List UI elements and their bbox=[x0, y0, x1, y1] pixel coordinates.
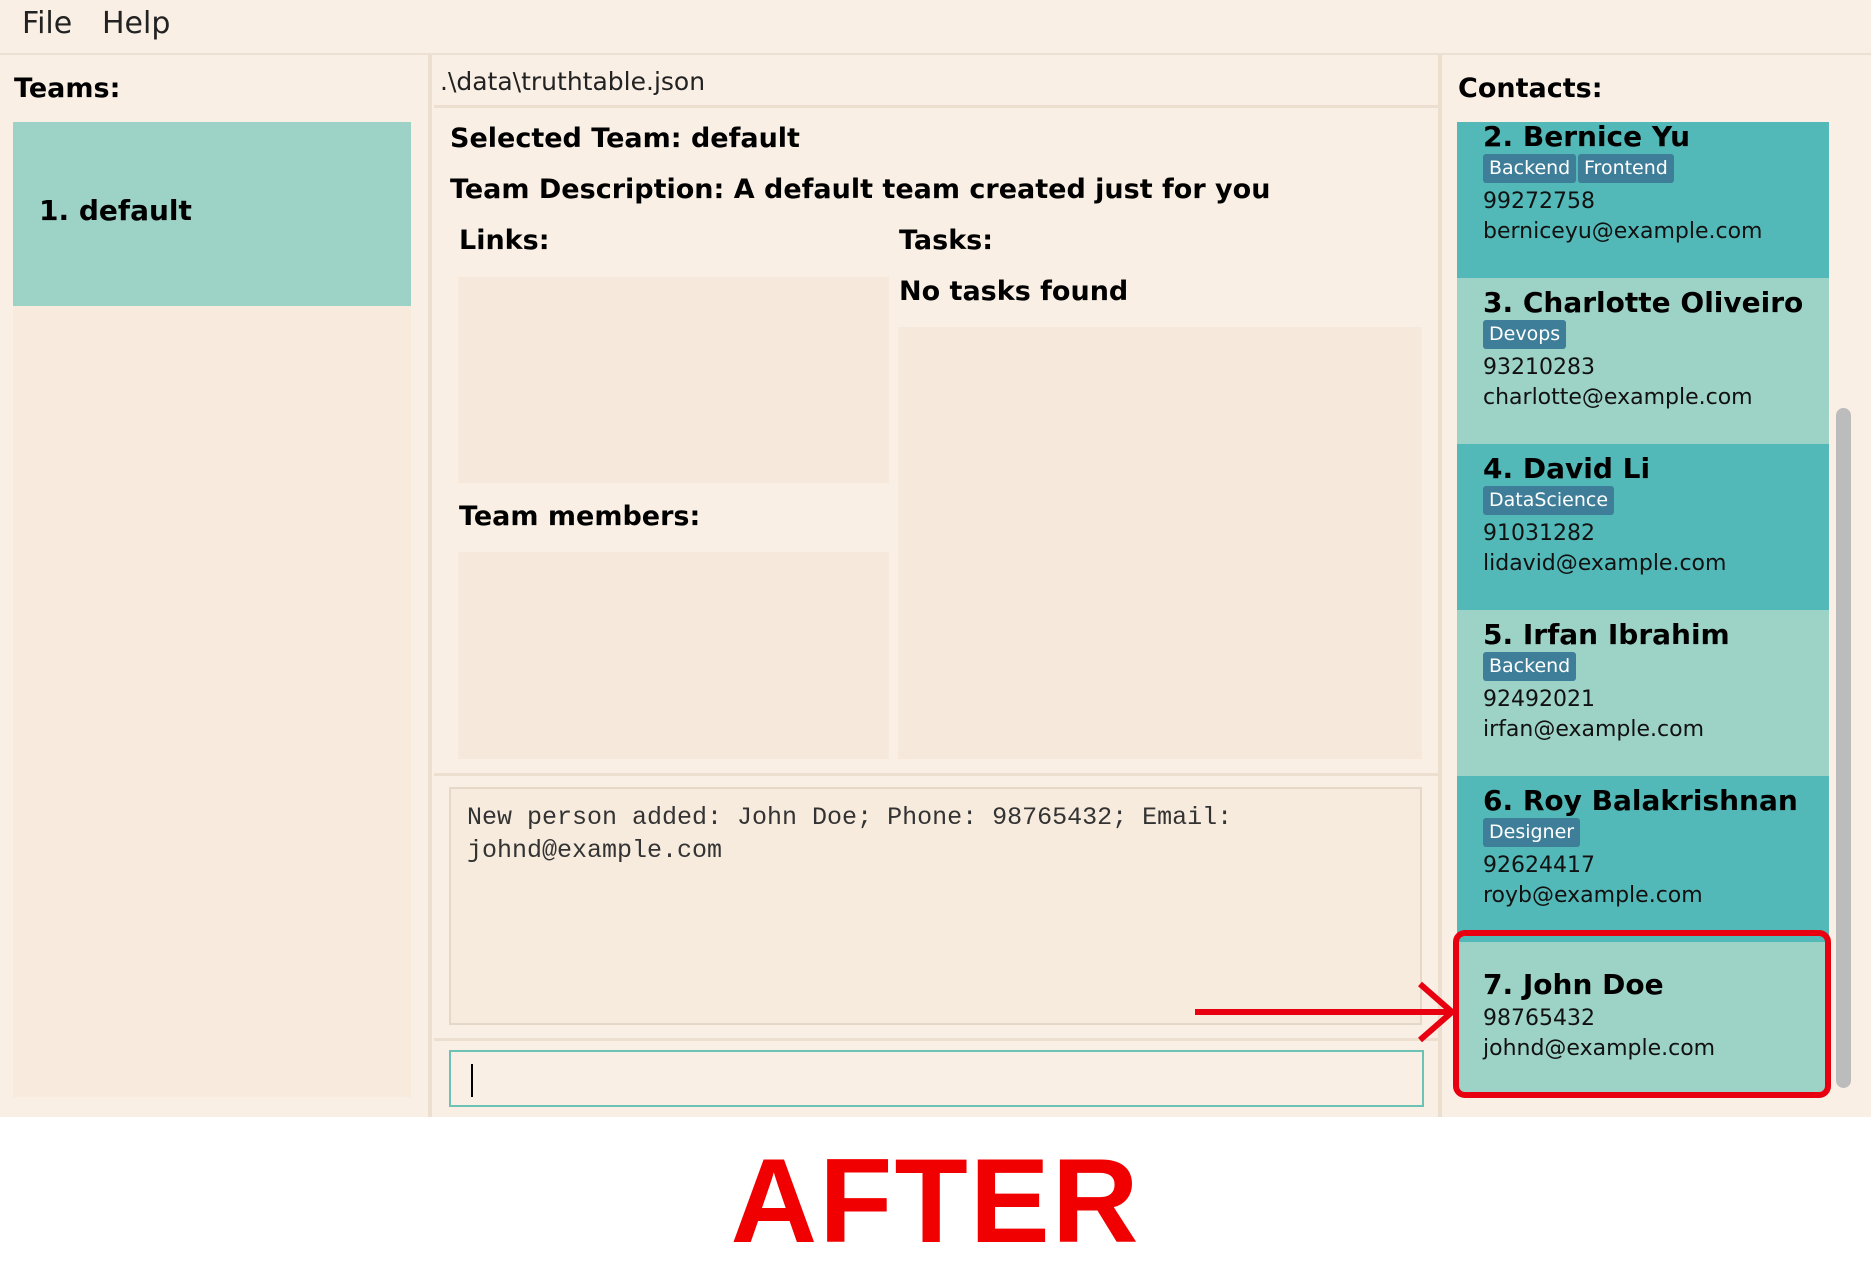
panel-divider[interactable] bbox=[1438, 55, 1442, 1117]
team-description: Team Description: A default team created… bbox=[450, 174, 1271, 205]
contact-tag: Frontend bbox=[1578, 154, 1674, 183]
contact-email: royb@example.com bbox=[1483, 883, 1703, 908]
contact-phone: 92624417 bbox=[1483, 853, 1595, 878]
contact-phone: 99272758 bbox=[1483, 189, 1595, 214]
contact-phone: 92492021 bbox=[1483, 687, 1595, 712]
result-text: New person added: John Doe; Phone: 98765… bbox=[467, 803, 1248, 865]
divider bbox=[434, 773, 1438, 776]
contact-email: irfan@example.com bbox=[1483, 717, 1704, 742]
command-input[interactable] bbox=[449, 1050, 1424, 1107]
contact-tag: Designer bbox=[1483, 818, 1581, 847]
contact-name: 4. David Li bbox=[1483, 452, 1651, 485]
teams-list[interactable]: 1. default bbox=[13, 122, 411, 1097]
contact-card[interactable]: 3. Charlotte Oliveiro Devops 93210283 ch… bbox=[1457, 278, 1829, 444]
contacts-title: Contacts: bbox=[1458, 73, 1603, 104]
contact-tag: DataScience bbox=[1483, 486, 1615, 515]
team-members-label: Team members: bbox=[459, 501, 701, 532]
panel-divider[interactable] bbox=[428, 55, 432, 1117]
tasks-list[interactable] bbox=[898, 327, 1422, 759]
contact-email: berniceyu@example.com bbox=[1483, 219, 1763, 244]
no-tasks-message: No tasks found bbox=[899, 276, 1129, 307]
team-members-list[interactable] bbox=[458, 552, 889, 759]
contact-name: 3. Charlotte Oliveiro bbox=[1483, 286, 1804, 319]
contact-card[interactable]: 5. Irfan Ibrahim Backend 92492021 irfan@… bbox=[1457, 610, 1829, 776]
after-label: AFTER bbox=[730, 1134, 1141, 1268]
contact-card[interactable]: 2. Bernice Yu Backend Frontend 99272758 … bbox=[1457, 122, 1829, 278]
menu-file[interactable]: File bbox=[22, 6, 72, 41]
selected-team-label: Selected Team: default bbox=[450, 123, 800, 154]
contact-card[interactable]: 6. Roy Balakrishnan Designer 92624417 ro… bbox=[1457, 776, 1829, 942]
menu-bar: File Help bbox=[0, 0, 1871, 55]
contact-name: 5. Irfan Ibrahim bbox=[1483, 618, 1730, 651]
contact-phone: 93210283 bbox=[1483, 355, 1595, 380]
text-caret bbox=[471, 1064, 473, 1097]
team-detail-panel: .\data\truthtable.json Selected Team: de… bbox=[434, 55, 1438, 1117]
contact-phone: 91031282 bbox=[1483, 521, 1595, 546]
contact-tag: Backend bbox=[1483, 652, 1577, 681]
contact-email: lidavid@example.com bbox=[1483, 551, 1727, 576]
divider bbox=[434, 105, 1438, 108]
team-card-label: 1. default bbox=[39, 194, 192, 227]
contacts-scrollbar[interactable] bbox=[1836, 408, 1851, 1088]
menu-help[interactable]: Help bbox=[102, 6, 170, 41]
contact-tag: Backend bbox=[1483, 154, 1577, 183]
contact-name: 2. Bernice Yu bbox=[1483, 122, 1691, 153]
highlight-box bbox=[1453, 930, 1831, 1098]
tasks-label: Tasks: bbox=[899, 225, 994, 256]
links-list[interactable] bbox=[458, 277, 889, 483]
teams-panel: Teams: 1. default bbox=[0, 55, 428, 1117]
file-path: .\data\truthtable.json bbox=[440, 67, 706, 96]
contact-email: charlotte@example.com bbox=[1483, 385, 1753, 410]
contact-tag: Devops bbox=[1483, 320, 1567, 349]
contact-name: 6. Roy Balakrishnan bbox=[1483, 784, 1798, 817]
teams-title: Teams: bbox=[14, 73, 121, 104]
links-label: Links: bbox=[459, 225, 550, 256]
arrow-icon bbox=[1195, 981, 1457, 1043]
contact-card[interactable]: 4. David Li DataScience 91031282 lidavid… bbox=[1457, 444, 1829, 610]
team-card-default[interactable]: 1. default bbox=[13, 122, 411, 306]
